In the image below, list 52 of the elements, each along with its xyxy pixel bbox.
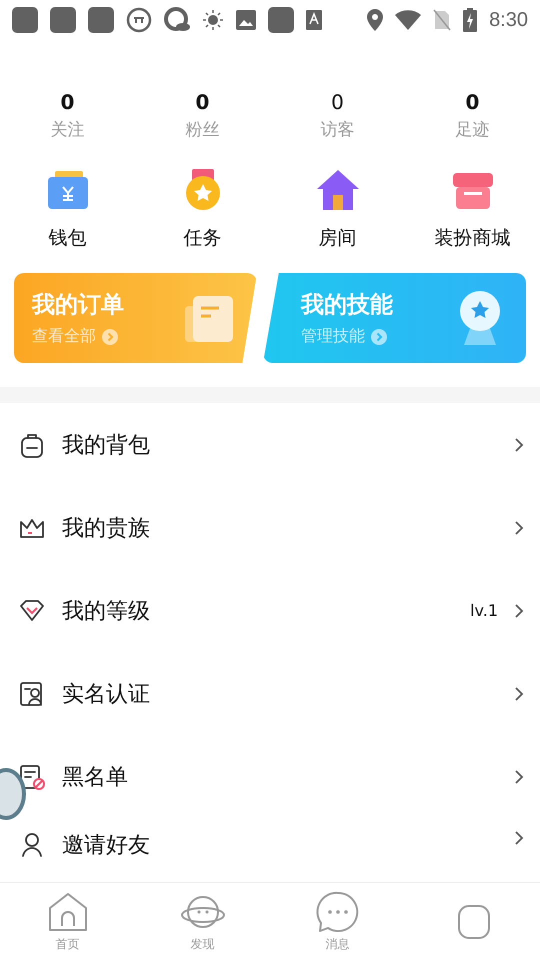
stat-label[interactable]: 访客 [320,118,354,141]
stat-count: 0 [466,90,480,114]
image-icon [236,10,256,30]
shortcut-label[interactable]: 钱包 [48,225,86,251]
menu-item[interactable]: 我的贵族 [62,512,498,542]
no-sim-icon [433,9,452,31]
menu-item[interactable]: 黑名单 [62,762,498,792]
chevron-right-icon [514,602,524,618]
clock: 8:30 [489,8,528,32]
feature-card[interactable]: 我的订单 查看全部 [14,273,257,363]
menu-item[interactable]: 实名认证 [62,678,498,708]
arrow-circle-icon [102,328,118,344]
battery-charging-icon [463,8,478,32]
stat-count: 0 [331,90,344,114]
menu-item[interactable]: 邀请好友 [62,830,498,860]
tab-label[interactable]: 首页 [56,936,80,953]
tab-label[interactable]: 发现 [190,936,214,953]
notification-icon [12,7,38,33]
card-link[interactable]: 查看全部 [32,326,96,347]
cloud-icon [164,7,190,33]
notification-icon [268,7,294,33]
font-icon [306,10,322,30]
chevron-right-icon [514,686,524,702]
menu-item[interactable]: 我的背包 [62,430,498,460]
tab-label[interactable]: 消息 [326,936,350,953]
stat-label[interactable]: 足迹 [456,118,490,141]
chevron-right-icon [514,436,524,452]
chevron-right-icon [514,520,524,536]
stat-count: 0 [60,90,74,114]
notification-icon [50,7,76,33]
notification-icon [88,7,114,33]
chevron-right-icon [514,768,524,784]
face-icon [126,7,152,33]
wifi-icon [395,10,422,30]
card-link[interactable]: 管理技能 [301,326,365,347]
card-title: 我的技能 [301,291,393,320]
stat-count: 0 [196,90,210,114]
stat-label[interactable]: 粉丝 [186,118,220,141]
chevron-right-icon [514,830,524,846]
house-icon [314,167,360,213]
shortcut-label[interactable]: 装扮商城 [434,225,510,251]
level-value: lv.1 [470,601,498,620]
chat-icon [316,890,360,934]
feature-card[interactable]: 我的技能 管理技能 [263,273,526,363]
location-icon [367,9,384,31]
card-title: 我的订单 [32,291,124,320]
sun-icon [202,9,224,31]
menu-item[interactable]: 我的等级 [62,596,454,626]
stat-label[interactable]: 关注 [50,118,84,141]
arrow-circle-icon [371,328,387,344]
shortcut-label[interactable]: 房间 [318,225,356,251]
shortcut-label[interactable]: 任务 [184,225,222,251]
